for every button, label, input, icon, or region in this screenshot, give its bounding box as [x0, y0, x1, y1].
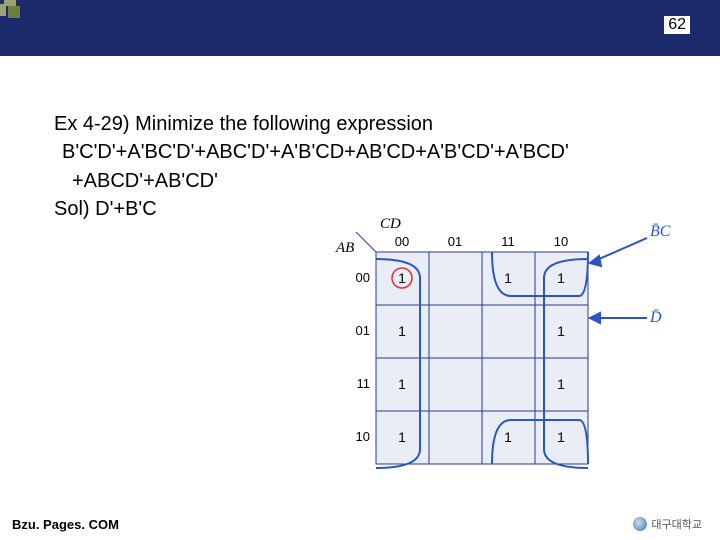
- kmap-colhdr-3: 10: [554, 234, 568, 249]
- kmap-cell-02: 1: [504, 270, 512, 286]
- corner-decoration: [0, 0, 28, 28]
- problem-title: Ex 4-29) Minimize the following expressi…: [54, 110, 680, 138]
- slide-content: Ex 4-29) Minimize the following expressi…: [54, 110, 680, 224]
- kmap-cell-00: 1: [398, 270, 406, 286]
- kmap-cell-13: 1: [557, 323, 565, 339]
- kmap-cell-32: 1: [504, 429, 512, 445]
- kmap-figure: CD AB 00 01 11 10 00 01 11 10 1 1 1 1 1 …: [312, 208, 682, 478]
- footer-logo: 대구대학교: [633, 516, 702, 532]
- logo-icon: [633, 517, 647, 531]
- kmap-colhdr-1: 01: [448, 234, 462, 249]
- kmap-rowhdr-2: 11: [357, 376, 371, 391]
- kmap-cell-03: 1: [557, 270, 565, 286]
- expression-line-2: +ABCD'+AB'CD': [72, 167, 680, 195]
- kmap-rowhdr-0: 00: [356, 270, 370, 285]
- kmap-rowhdr-3: 10: [356, 429, 370, 444]
- kmap-colhdr-2: 11: [501, 234, 515, 249]
- expression-line-1: B'C'D'+A'BC'D'+ABC'D'+A'B'CD+AB'CD+A'B'C…: [62, 138, 680, 166]
- kmap-rowhdr-1: 01: [356, 323, 370, 338]
- kmap-annotation-bc: B̄C: [650, 223, 671, 240]
- kmap-col-var: CD: [380, 216, 401, 232]
- footer-text: Bzu. Pages. COM: [12, 517, 119, 532]
- kmap-annotation-d: D̄: [649, 309, 662, 326]
- logo-text: 대구대학교: [651, 516, 702, 532]
- kmap-cell-20: 1: [398, 376, 406, 392]
- kmap-cell-30: 1: [398, 429, 406, 445]
- kmap-cell-10: 1: [398, 323, 406, 339]
- slide-number: 62: [664, 16, 690, 34]
- kmap-cell-23: 1: [557, 376, 565, 392]
- kmap-colhdr-0: 00: [395, 234, 409, 249]
- kmap-row-var: AB: [335, 240, 354, 256]
- header-bar: [0, 0, 720, 56]
- kmap-cell-33: 1: [557, 429, 565, 445]
